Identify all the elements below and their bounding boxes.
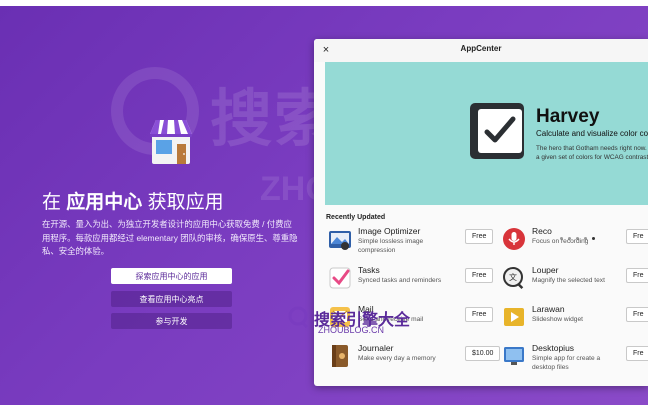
- app-tile-image-optimizer[interactable]: Image Optimizer Simple lossless image co…: [328, 226, 498, 255]
- slideshow-icon: [504, 308, 524, 326]
- window-title: AppCenter: [460, 44, 502, 53]
- app-name: Tasks: [358, 265, 380, 275]
- intro-title: 在 应用中心 获取应用: [42, 187, 224, 214]
- get-involved-button[interactable]: 参与开发: [111, 313, 232, 329]
- app-summary: Magnify the selected text: [532, 277, 605, 284]
- app-summary: Slideshow widget: [532, 316, 583, 323]
- journaler-icon: [332, 345, 348, 367]
- tasks-icon: [329, 267, 351, 289]
- app-summary: Focus on recording: [532, 238, 589, 245]
- app-name: Journaler: [358, 343, 394, 353]
- app-price-button[interactable]: Free: [465, 268, 494, 283]
- store-icon: [150, 120, 192, 164]
- app-name: Louper: [532, 265, 559, 275]
- app-tile-louper[interactable]: 文 Louper Magnify the selected text Fre: [502, 265, 648, 294]
- section-title: Recently Updated: [326, 214, 386, 221]
- intro-description: 在开源、量入为出、为独立开发者设计的应用中心获取免费 / 付费应用程序。每款应用…: [42, 219, 298, 256]
- app-price-button[interactable]: Fre: [626, 307, 648, 322]
- banner-app-summary: Calculate and visualize color cont: [536, 129, 648, 138]
- app-tile-desktopius[interactable]: Desktopius Simple app for create a deskt…: [502, 343, 648, 372]
- banner-app-description: The hero that Gotham needs right now. a …: [536, 144, 648, 162]
- explore-apps-button[interactable]: 探索应用中心的应用: [111, 268, 232, 284]
- app-summary: Simple app for create a desktop files: [532, 355, 601, 371]
- app-tile-journaler[interactable]: Journaler Make every day a memory $10.00: [328, 343, 501, 372]
- svg-text:文: 文: [509, 272, 517, 282]
- microphone-icon: [503, 228, 525, 250]
- app-summary: Make every day a memory: [358, 355, 436, 362]
- titlebar: × AppCenter: [314, 39, 648, 62]
- watermark-small-subtext: ZHOUBLOG.CN: [318, 325, 385, 335]
- app-price-button[interactable]: Fre: [626, 346, 648, 361]
- app-price-button[interactable]: Free: [465, 307, 494, 322]
- app-summary: Synced tasks and reminders: [358, 277, 442, 284]
- app-price-button[interactable]: Free: [465, 229, 494, 244]
- check-icon: [484, 116, 516, 143]
- image-optimizer-icon: [329, 231, 351, 250]
- intro-title-prefix: 在: [42, 192, 67, 213]
- app-price-button[interactable]: Fre: [626, 268, 648, 283]
- app-tile-larawan[interactable]: Larawan Slideshow widget Fre: [502, 304, 648, 333]
- view-highlights-button[interactable]: 查看应用中心亮点: [111, 291, 232, 307]
- app-name: Larawan: [532, 304, 565, 314]
- app-tile-tasks[interactable]: Tasks Synced tasks and reminders Free: [328, 265, 498, 294]
- app-price-button[interactable]: $10.00: [465, 346, 501, 361]
- background: 搜索引擎大全 ZHOUBLOG.CN 在 应用中心 获取应用 在开源、量入为出、…: [0, 6, 648, 405]
- intro-title-suffix: 获取应用: [142, 192, 224, 213]
- magnifier-icon: 文: [503, 267, 524, 290]
- intro-title-bold: 应用中心: [66, 192, 143, 213]
- app-price-button[interactable]: Fre: [626, 229, 648, 244]
- app-name: Image Optimizer: [358, 226, 421, 236]
- banner-app-name: Harvey: [536, 106, 600, 127]
- app-summary: Simple lossless image compression: [358, 238, 424, 254]
- app-name: Reco: [532, 226, 552, 236]
- featured-banner[interactable]: Harvey Calculate and visualize color con…: [325, 62, 648, 205]
- banner-description-line: The hero that Gotham needs right now.: [536, 145, 647, 152]
- app-name: Desktopius: [532, 343, 575, 353]
- desktop-icon: [504, 347, 524, 365]
- app-tile-reco[interactable]: Reco Focus on recording Fre: [502, 226, 648, 255]
- harvey-icon: [470, 103, 524, 159]
- watermark-magnifier-icon: [288, 306, 308, 329]
- banner-description-line: a given set of colors for WCAG contrast: [536, 154, 648, 161]
